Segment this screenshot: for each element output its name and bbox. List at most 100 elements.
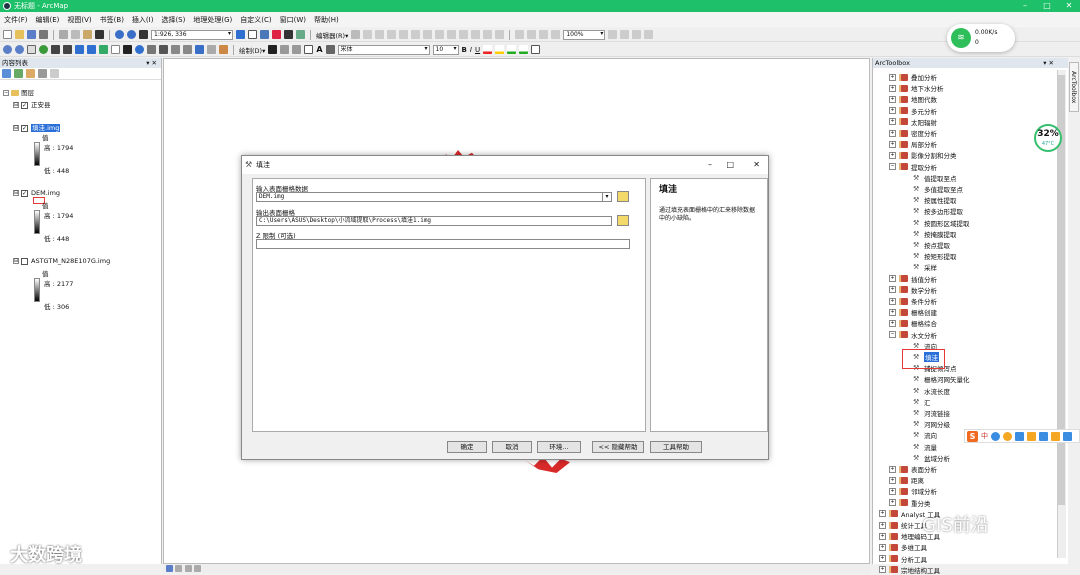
ime-mode[interactable]: 中 (981, 431, 988, 441)
measure-icon[interactable] (183, 45, 192, 54)
toolbox-tool-item[interactable]: ⚒ 汇 (913, 397, 931, 407)
marker-color-icon[interactable] (519, 45, 529, 54)
hide-help-button[interactable]: << 隐藏帮助 (592, 441, 644, 453)
toolbox-set-item[interactable]: + 叠加分析 (889, 72, 937, 82)
maximize-button[interactable]: □ (1036, 0, 1058, 12)
expand-icon[interactable]: + (889, 275, 896, 283)
sketch-icon[interactable] (363, 30, 373, 39)
list-by-visibility-icon[interactable] (26, 69, 35, 78)
rotate-element-icon[interactable] (280, 45, 290, 54)
hyperlink-icon[interactable] (195, 45, 204, 54)
toolbox-set-item[interactable]: + 栅格综合 (889, 318, 937, 328)
italic-button[interactable]: I (470, 46, 472, 54)
find-icon[interactable] (159, 45, 168, 54)
data-driven-pages-icon[interactable] (644, 30, 654, 39)
toolbox-set-item[interactable]: + 重分类 (889, 498, 931, 508)
toolbox-set-item[interactable]: + 条件分析 (889, 296, 937, 306)
layer-checkbox[interactable] (21, 257, 28, 265)
undo-icon[interactable] (115, 30, 124, 39)
menu-file[interactable]: 文件(F) (4, 15, 28, 25)
skin-icon[interactable] (1039, 431, 1048, 441)
reshape-icon[interactable] (423, 30, 433, 39)
toolbox-tool-item[interactable]: ⚒ 按矩形提取 (913, 251, 957, 261)
editor-menu[interactable]: 编辑器(R)▾ (316, 30, 348, 40)
menu-view[interactable]: 视图(V) (67, 15, 91, 25)
toc-layer-dem[interactable]: ⊟ ✓ DEM.img (13, 189, 60, 197)
toolbox-tool-item[interactable]: ⚒ 流向 (913, 430, 937, 440)
toolbox-tool-item[interactable]: ⚒ 多值提取至点 (913, 184, 963, 194)
layout-zoom-combo[interactable]: 100% (563, 29, 606, 40)
toolbox-set-item[interactable]: + 影像分割和分类 (889, 150, 957, 160)
toolbox-tool-item[interactable]: ⚒ 按掩膜提取 (913, 229, 957, 239)
clear-selection-icon[interactable] (111, 45, 120, 54)
input-raster-combo[interactable]: DEM.img (256, 192, 612, 202)
close-button[interactable]: ✕ (1058, 0, 1080, 12)
cancel-button[interactable]: 取消 (492, 441, 532, 453)
expand-icon[interactable]: + (889, 319, 896, 327)
toolbox-set-item[interactable]: + 局部分析 (889, 139, 937, 149)
expand-icon[interactable]: + (889, 286, 896, 294)
layout-zoom-out-icon[interactable] (527, 30, 537, 39)
menu-insert[interactable]: 插入(I) (132, 15, 154, 25)
modelbuilder-icon[interactable] (296, 30, 305, 39)
menu-help[interactable]: 帮助(H) (314, 15, 339, 25)
toolbox-set-item[interactable]: + 插值分析 (889, 274, 937, 284)
copy-icon[interactable] (71, 30, 80, 39)
toolbox-tool-item[interactable]: ⚒ 栅格河网矢量化 (913, 374, 970, 384)
toolbox-set-item[interactable]: + 密度分析 (889, 128, 937, 138)
open-folder-icon[interactable] (15, 30, 24, 39)
trace-icon[interactable] (399, 30, 409, 39)
add-data-icon[interactable] (139, 30, 148, 39)
expand-icon[interactable]: + (889, 465, 896, 473)
rotate-icon[interactable] (459, 30, 469, 39)
menu-window[interactable]: 窗口(W) (280, 15, 306, 25)
expand-icon[interactable]: + (889, 95, 896, 103)
output-raster-field[interactable]: C:\Users\ASUS\Desktop\小流域提取\Process\填洼1.… (256, 216, 612, 226)
paste-icon[interactable] (83, 30, 92, 39)
layout-full-icon[interactable] (551, 30, 561, 39)
fixed-zoom-in-icon[interactable] (51, 45, 60, 54)
toc-layer-zhengan[interactable]: ⊟ ✓ 正安县 (13, 99, 51, 109)
toc-root[interactable]: − 图层 (3, 87, 34, 97)
underline-button[interactable]: U (475, 46, 480, 54)
expand-icon[interactable]: + (879, 532, 886, 540)
punctuation-icon[interactable] (991, 431, 1000, 441)
expand-icon[interactable]: + (889, 118, 896, 126)
dialog-maximize-button[interactable]: □ (726, 156, 734, 174)
font-size-combo[interactable]: 10 (432, 44, 459, 55)
menu-customize[interactable]: 自定义(C) (240, 15, 271, 25)
toolbox-set-item[interactable]: + 表面分析 (889, 464, 937, 474)
keyboard-icon[interactable] (1027, 431, 1036, 441)
toolbox-set-item[interactable]: + 地下水分析 (889, 83, 944, 93)
dialog-close-button[interactable]: ✕ (753, 156, 760, 174)
tool-help-button[interactable]: 工具帮助 (650, 441, 702, 453)
expand-icon[interactable]: + (889, 487, 896, 495)
expand-icon[interactable]: + (879, 555, 886, 563)
zoom-in-icon[interactable] (3, 45, 12, 54)
time-slider-icon[interactable] (207, 45, 216, 54)
create-features-icon[interactable] (495, 30, 505, 39)
forward-extent-icon[interactable] (87, 45, 96, 54)
arctoolbox-icon[interactable] (272, 30, 281, 39)
select-features-icon[interactable] (99, 45, 108, 54)
expand-icon[interactable]: + (889, 73, 896, 81)
pan-icon[interactable] (27, 45, 36, 54)
toolbox-set-item[interactable]: − 水文分析 (889, 330, 937, 340)
toolbox-pin-close[interactable]: ▾ ✕ (1043, 58, 1054, 68)
network-speed-widget[interactable]: ≋ 0.00K/s 0 (947, 24, 1015, 52)
toolbox-tool-item[interactable]: ⚒ 河流链接 (913, 408, 950, 418)
toolbox-tool-item[interactable]: ⚒ 按属性提取 (913, 195, 957, 205)
zoom-to-selected-icon[interactable] (292, 45, 302, 54)
expand-icon[interactable]: + (889, 499, 896, 507)
full-extent-icon[interactable] (39, 45, 48, 54)
change-layout-icon[interactable] (632, 30, 642, 39)
toolbox-set-item[interactable]: + 分析工具 (879, 554, 927, 564)
list-by-source-icon[interactable] (14, 69, 23, 78)
delete-icon[interactable] (95, 30, 104, 39)
table-icon[interactable] (248, 30, 257, 39)
expand-icon[interactable]: + (889, 476, 896, 484)
zoom-out-icon[interactable] (15, 45, 24, 54)
browse-input-folder-icon[interactable] (617, 191, 629, 202)
fixed-zoom-out-icon[interactable] (63, 45, 72, 54)
toolbox-tool-item[interactable]: ⚒ 按多边形提取 (913, 206, 963, 216)
